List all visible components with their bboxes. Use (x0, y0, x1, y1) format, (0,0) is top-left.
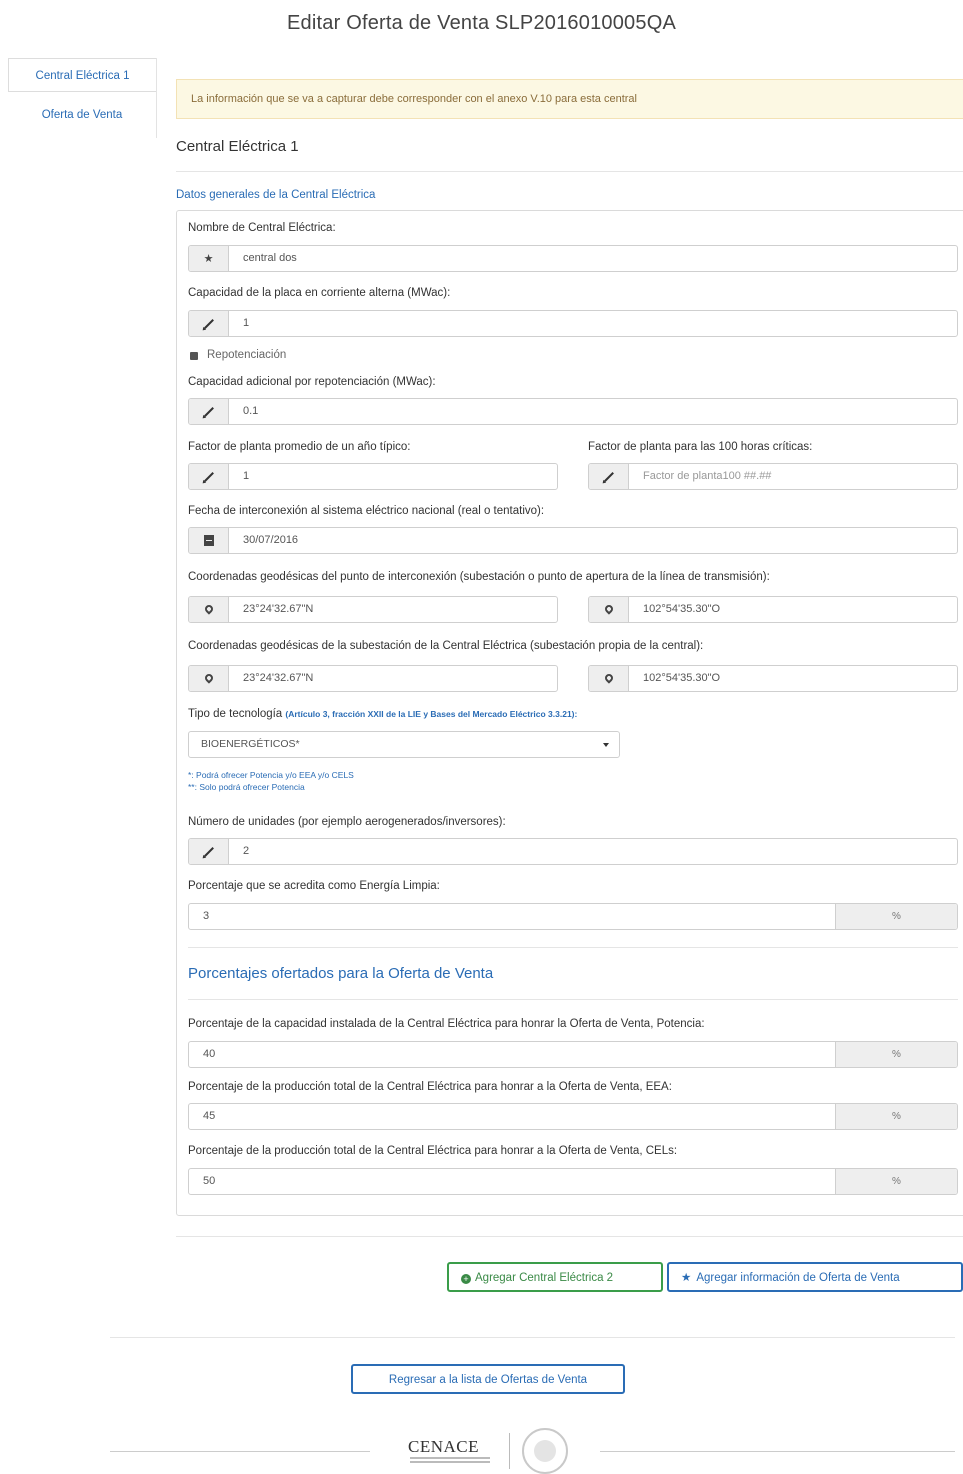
unidades-field[interactable]: 2 (188, 838, 958, 865)
coord-subestacion-lon-value: 102°54'35.30"O (643, 672, 721, 684)
map-marker-icon (189, 666, 229, 691)
map-marker-icon (189, 597, 229, 622)
sidebar-item-oferta-de-venta[interactable]: Oferta de Venta (8, 98, 156, 132)
coord-interconexion-lon-field[interactable]: 102°54'35.30"O (588, 596, 958, 623)
coord-subestacion-lon-field[interactable]: 102°54'35.30"O (588, 665, 958, 692)
page-title: Editar Oferta de Venta SLP2016010005QA (287, 12, 676, 34)
add-central-button[interactable]: + Agregar Central Eléctrica 2 (447, 1262, 663, 1292)
nombre-field[interactable]: ★ central dos (188, 245, 958, 272)
add-info-label: Agregar información de Oferta de Venta (696, 1272, 900, 1284)
coord-interconexion-lon-value: 102°54'35.30"O (643, 603, 721, 615)
tecnologia-label-text: Tipo de tecnología (188, 708, 283, 720)
factor-100-label: Factor de planta para las 100 horas crít… (588, 441, 813, 453)
eea-label: Porcentaje de la producción total de la … (188, 1081, 672, 1093)
national-seal-icon (522, 1428, 568, 1474)
energia-limpia-value: 3 (203, 910, 210, 922)
factor-promedio-value: 1 (243, 470, 250, 482)
map-marker-icon (589, 666, 629, 691)
footer-line-left (110, 1451, 370, 1452)
star-icon: ★ (189, 246, 229, 271)
add-info-button[interactable]: ★ Agregar información de Oferta de Venta (667, 1262, 963, 1292)
pencil-icon (189, 839, 229, 864)
nombre-label: Nombre de Central Eléctrica: (188, 222, 336, 234)
star-icon: ★ (681, 1272, 692, 1284)
capacidad-adicional-label: Capacidad adicional por repotenciación (… (188, 376, 436, 388)
divider (110, 1337, 955, 1338)
tecnologia-select[interactable]: BIOENERGÉTICOS* (188, 731, 620, 758)
cels-label: Porcentaje de la producción total de la … (188, 1145, 678, 1157)
plus-circle-icon: + (461, 1274, 471, 1284)
repotenciacion-label: Repotenciación (207, 349, 287, 361)
potencia-label: Porcentaje de la capacidad instalada de … (188, 1018, 705, 1030)
factor-promedio-label: Factor de planta promedio de un año típi… (188, 441, 411, 453)
capacidad-adicional-field[interactable]: 0.1 (188, 398, 958, 425)
divider (188, 947, 958, 948)
divider (176, 1236, 963, 1237)
cels-value: 50 (203, 1175, 216, 1187)
percent-addon: % (835, 904, 957, 929)
central-heading: Central Eléctrica 1 (176, 138, 299, 155)
coord-interconexion-label: Coordenadas geodésicas del punto de inte… (188, 571, 770, 583)
energia-limpia-label: Porcentaje que se acredita como Energía … (188, 880, 440, 892)
pencil-icon (189, 311, 229, 336)
map-marker-icon (589, 597, 629, 622)
pencil-icon (589, 464, 629, 489)
coord-subestacion-lat-value: 23°24'32.67"N (243, 672, 314, 684)
cenace-logo-subtitle (410, 1457, 490, 1467)
potencia-field[interactable]: 40 % (188, 1041, 958, 1068)
coord-subestacion-label: Coordenadas geodésicas de la subestación… (188, 640, 704, 652)
eea-field[interactable]: 45 % (188, 1103, 958, 1130)
info-alert: La información que se va a capturar debe… (176, 79, 963, 119)
caret-down-icon (603, 743, 609, 747)
repotenciacion-checkbox[interactable] (190, 352, 198, 360)
tecnologia-label: Tipo de tecnología (Artículo 3, fracción… (188, 708, 577, 720)
capacidad-field[interactable]: 1 (188, 310, 958, 337)
unidades-label: Número de unidades (por ejemplo aerogene… (188, 816, 506, 828)
capacidad-label: Capacidad de la placa en corriente alter… (188, 287, 451, 299)
porcentajes-heading: Porcentajes ofertados para la Oferta de … (188, 965, 494, 982)
eea-value: 45 (203, 1110, 216, 1122)
sidebar-item-central-electrica-1[interactable]: Central Eléctrica 1 (8, 58, 156, 92)
potencia-value: 40 (203, 1048, 216, 1060)
percent-addon: % (835, 1104, 957, 1129)
tecnologia-note-1: *: Podrá ofrecer Potencia y/o EEA y/o CE… (188, 770, 354, 780)
calendar-icon[interactable] (189, 528, 229, 553)
coord-subestacion-lat-field[interactable]: 23°24'32.67"N (188, 665, 558, 692)
divider (176, 171, 963, 172)
tecnologia-hint: (Artículo 3, fracción XXII de la LIE y B… (285, 709, 578, 719)
percent-addon: % (835, 1042, 957, 1067)
tecnologia-selected-value: BIOENERGÉTICOS* (201, 738, 300, 750)
capacidad-value: 1 (243, 317, 250, 329)
sidebar-divider (156, 58, 157, 138)
percent-addon: % (835, 1169, 957, 1194)
factor-100-placeholder: Factor de planta100 ##.## (643, 470, 772, 482)
nombre-value: central dos (243, 252, 297, 264)
tecnologia-note-2: **: Solo podrá ofrecer Potencia (188, 782, 305, 792)
footer-line-right (600, 1451, 955, 1452)
pencil-icon (189, 399, 229, 424)
divider (188, 999, 958, 1000)
capacidad-adicional-value: 0.1 (243, 405, 259, 417)
cels-field[interactable]: 50 % (188, 1168, 958, 1195)
pencil-icon (189, 464, 229, 489)
unidades-value: 2 (243, 845, 250, 857)
factor-100-field[interactable]: Factor de planta100 ##.## (588, 463, 958, 490)
section-link-datos-generales[interactable]: Datos generales de la Central Eléctrica (176, 189, 375, 201)
coord-interconexion-lat-value: 23°24'32.67"N (243, 603, 314, 615)
add-central-label: Agregar Central Eléctrica 2 (475, 1272, 614, 1284)
fecha-field[interactable]: 30/07/2016 (188, 527, 958, 554)
back-to-list-button[interactable]: Regresar a la lista de Ofertas de Venta (351, 1364, 625, 1394)
factor-promedio-field[interactable]: 1 (188, 463, 558, 490)
coord-interconexion-lat-field[interactable]: 23°24'32.67"N (188, 596, 558, 623)
cenace-logo: CENACE (408, 1437, 479, 1456)
logo-divider (509, 1433, 510, 1469)
energia-limpia-field[interactable]: 3 % (188, 903, 958, 930)
fecha-value: 30/07/2016 (243, 534, 299, 546)
fecha-label: Fecha de interconexión al sistema eléctr… (188, 505, 545, 517)
